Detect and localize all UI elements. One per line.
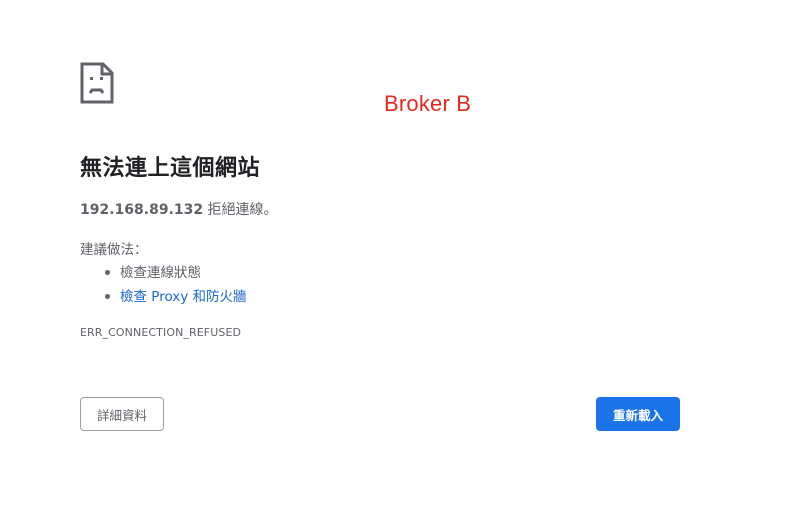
suggestion-text: 檢查連線狀態 — [120, 265, 201, 281]
error-code: ERR_CONNECTION_REFUSED — [80, 326, 242, 339]
suggestion-check-connection: 檢查連線狀態 — [105, 261, 247, 285]
reload-button[interactable]: 重新載入 — [596, 397, 680, 431]
refused-message: 拒絕連線。 — [203, 202, 278, 218]
suggestions-label: 建議做法： — [80, 242, 148, 258]
host-address: 192.168.89.132 — [80, 202, 204, 218]
sad-page-icon — [80, 62, 114, 104]
details-button[interactable]: 詳細資料 — [80, 397, 164, 431]
main-message: 192.168.89.132 拒絕連線。 — [80, 199, 278, 219]
error-page: Broker B 無法連上這個網站 192.168.89.132 拒絕連線。 建… — [0, 0, 801, 516]
page-title: 無法連上這個網站 — [80, 156, 261, 181]
annotation-label: Broker B — [384, 91, 472, 116]
suggestions-list: 檢查連線狀態 檢查 Proxy 和防火牆 — [80, 261, 247, 309]
suggestion-check-proxy[interactable]: 檢查 Proxy 和防火牆 — [105, 285, 247, 309]
check-proxy-link[interactable]: 檢查 Proxy 和防火牆 — [120, 289, 247, 305]
